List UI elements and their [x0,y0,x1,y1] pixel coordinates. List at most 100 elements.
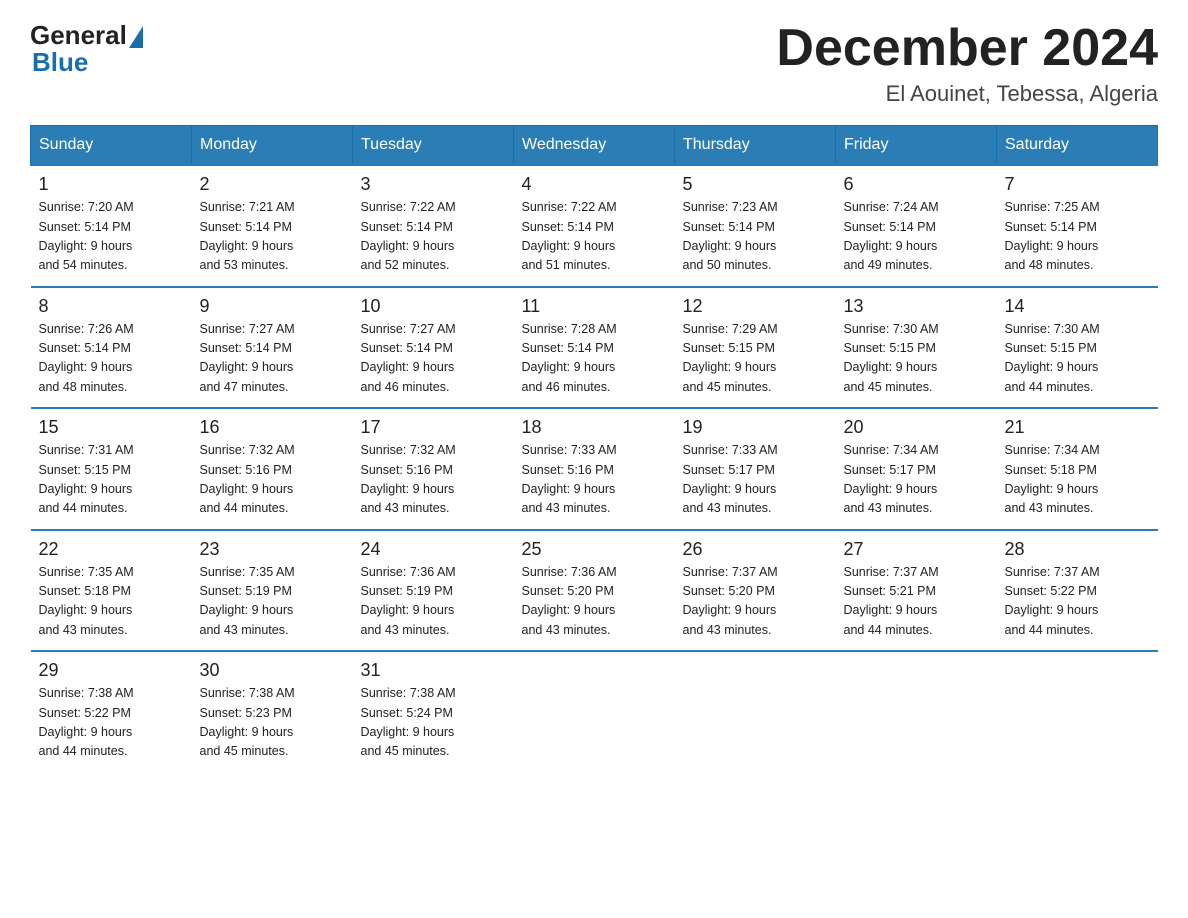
day-info: Sunrise: 7:34 AM Sunset: 5:17 PM Dayligh… [844,441,989,519]
day-number: 4 [522,174,667,195]
calendar-cell: 4 Sunrise: 7:22 AM Sunset: 5:14 PM Dayli… [514,165,675,287]
calendar-cell: 8 Sunrise: 7:26 AM Sunset: 5:14 PM Dayli… [31,287,192,409]
day-number: 21 [1005,417,1150,438]
day-info: Sunrise: 7:35 AM Sunset: 5:19 PM Dayligh… [200,563,345,641]
day-number: 12 [683,296,828,317]
calendar-cell: 29 Sunrise: 7:38 AM Sunset: 5:22 PM Dayl… [31,651,192,772]
day-info: Sunrise: 7:36 AM Sunset: 5:19 PM Dayligh… [361,563,506,641]
page-header: General Blue December 2024 El Aouinet, T… [30,20,1158,107]
calendar-cell: 1 Sunrise: 7:20 AM Sunset: 5:14 PM Dayli… [31,165,192,287]
header-friday: Friday [836,126,997,166]
day-number: 3 [361,174,506,195]
header-monday: Monday [192,126,353,166]
calendar-cell: 9 Sunrise: 7:27 AM Sunset: 5:14 PM Dayli… [192,287,353,409]
day-info: Sunrise: 7:37 AM Sunset: 5:20 PM Dayligh… [683,563,828,641]
day-number: 22 [39,539,184,560]
day-number: 15 [39,417,184,438]
day-info: Sunrise: 7:35 AM Sunset: 5:18 PM Dayligh… [39,563,184,641]
day-info: Sunrise: 7:31 AM Sunset: 5:15 PM Dayligh… [39,441,184,519]
day-info: Sunrise: 7:37 AM Sunset: 5:21 PM Dayligh… [844,563,989,641]
day-number: 20 [844,417,989,438]
calendar-cell [836,651,997,772]
day-number: 9 [200,296,345,317]
day-number: 29 [39,660,184,681]
day-number: 19 [683,417,828,438]
calendar-cell: 31 Sunrise: 7:38 AM Sunset: 5:24 PM Dayl… [353,651,514,772]
calendar-cell [997,651,1158,772]
calendar-cell: 17 Sunrise: 7:32 AM Sunset: 5:16 PM Dayl… [353,408,514,530]
day-number: 28 [1005,539,1150,560]
day-info: Sunrise: 7:37 AM Sunset: 5:22 PM Dayligh… [1005,563,1150,641]
day-info: Sunrise: 7:20 AM Sunset: 5:14 PM Dayligh… [39,198,184,276]
day-info: Sunrise: 7:22 AM Sunset: 5:14 PM Dayligh… [361,198,506,276]
day-info: Sunrise: 7:38 AM Sunset: 5:22 PM Dayligh… [39,684,184,762]
calendar-cell: 10 Sunrise: 7:27 AM Sunset: 5:14 PM Dayl… [353,287,514,409]
calendar-cell: 5 Sunrise: 7:23 AM Sunset: 5:14 PM Dayli… [675,165,836,287]
header-sunday: Sunday [31,126,192,166]
calendar-cell: 19 Sunrise: 7:33 AM Sunset: 5:17 PM Dayl… [675,408,836,530]
day-number: 18 [522,417,667,438]
day-info: Sunrise: 7:21 AM Sunset: 5:14 PM Dayligh… [200,198,345,276]
logo-triangle-icon [129,26,143,48]
logo-blue-text: Blue [30,47,88,78]
calendar-cell: 18 Sunrise: 7:33 AM Sunset: 5:16 PM Dayl… [514,408,675,530]
day-info: Sunrise: 7:29 AM Sunset: 5:15 PM Dayligh… [683,320,828,398]
day-number: 6 [844,174,989,195]
day-info: Sunrise: 7:28 AM Sunset: 5:14 PM Dayligh… [522,320,667,398]
day-number: 17 [361,417,506,438]
header-saturday: Saturday [997,126,1158,166]
calendar-cell [514,651,675,772]
calendar-cell: 12 Sunrise: 7:29 AM Sunset: 5:15 PM Dayl… [675,287,836,409]
day-info: Sunrise: 7:33 AM Sunset: 5:17 PM Dayligh… [683,441,828,519]
day-info: Sunrise: 7:27 AM Sunset: 5:14 PM Dayligh… [361,320,506,398]
day-number: 30 [200,660,345,681]
day-number: 26 [683,539,828,560]
day-info: Sunrise: 7:32 AM Sunset: 5:16 PM Dayligh… [200,441,345,519]
day-info: Sunrise: 7:32 AM Sunset: 5:16 PM Dayligh… [361,441,506,519]
day-number: 25 [522,539,667,560]
calendar-cell [675,651,836,772]
day-info: Sunrise: 7:38 AM Sunset: 5:24 PM Dayligh… [361,684,506,762]
day-info: Sunrise: 7:36 AM Sunset: 5:20 PM Dayligh… [522,563,667,641]
month-title: December 2024 [776,20,1158,77]
calendar-cell: 20 Sunrise: 7:34 AM Sunset: 5:17 PM Dayl… [836,408,997,530]
header-thursday: Thursday [675,126,836,166]
day-info: Sunrise: 7:33 AM Sunset: 5:16 PM Dayligh… [522,441,667,519]
calendar-cell: 14 Sunrise: 7:30 AM Sunset: 5:15 PM Dayl… [997,287,1158,409]
calendar-cell: 6 Sunrise: 7:24 AM Sunset: 5:14 PM Dayli… [836,165,997,287]
day-number: 24 [361,539,506,560]
day-number: 27 [844,539,989,560]
day-info: Sunrise: 7:34 AM Sunset: 5:18 PM Dayligh… [1005,441,1150,519]
day-info: Sunrise: 7:25 AM Sunset: 5:14 PM Dayligh… [1005,198,1150,276]
calendar-cell: 11 Sunrise: 7:28 AM Sunset: 5:14 PM Dayl… [514,287,675,409]
calendar-cell: 27 Sunrise: 7:37 AM Sunset: 5:21 PM Dayl… [836,530,997,652]
header-tuesday: Tuesday [353,126,514,166]
header-wednesday: Wednesday [514,126,675,166]
calendar-cell: 2 Sunrise: 7:21 AM Sunset: 5:14 PM Dayli… [192,165,353,287]
logo: General Blue [30,20,143,78]
location-title: El Aouinet, Tebessa, Algeria [776,81,1158,107]
day-number: 8 [39,296,184,317]
calendar-cell: 3 Sunrise: 7:22 AM Sunset: 5:14 PM Dayli… [353,165,514,287]
calendar-table: SundayMondayTuesdayWednesdayThursdayFrid… [30,125,1158,772]
header-row: SundayMondayTuesdayWednesdayThursdayFrid… [31,126,1158,166]
day-info: Sunrise: 7:30 AM Sunset: 5:15 PM Dayligh… [1005,320,1150,398]
day-number: 11 [522,296,667,317]
calendar-cell: 28 Sunrise: 7:37 AM Sunset: 5:22 PM Dayl… [997,530,1158,652]
day-info: Sunrise: 7:22 AM Sunset: 5:14 PM Dayligh… [522,198,667,276]
week-row-1: 1 Sunrise: 7:20 AM Sunset: 5:14 PM Dayli… [31,165,1158,287]
calendar-cell: 15 Sunrise: 7:31 AM Sunset: 5:15 PM Dayl… [31,408,192,530]
calendar-cell: 21 Sunrise: 7:34 AM Sunset: 5:18 PM Dayl… [997,408,1158,530]
week-row-3: 15 Sunrise: 7:31 AM Sunset: 5:15 PM Dayl… [31,408,1158,530]
day-info: Sunrise: 7:23 AM Sunset: 5:14 PM Dayligh… [683,198,828,276]
week-row-4: 22 Sunrise: 7:35 AM Sunset: 5:18 PM Dayl… [31,530,1158,652]
day-number: 16 [200,417,345,438]
day-number: 5 [683,174,828,195]
calendar-cell: 25 Sunrise: 7:36 AM Sunset: 5:20 PM Dayl… [514,530,675,652]
day-info: Sunrise: 7:24 AM Sunset: 5:14 PM Dayligh… [844,198,989,276]
day-info: Sunrise: 7:30 AM Sunset: 5:15 PM Dayligh… [844,320,989,398]
day-number: 23 [200,539,345,560]
week-row-2: 8 Sunrise: 7:26 AM Sunset: 5:14 PM Dayli… [31,287,1158,409]
calendar-cell: 24 Sunrise: 7:36 AM Sunset: 5:19 PM Dayl… [353,530,514,652]
day-number: 2 [200,174,345,195]
